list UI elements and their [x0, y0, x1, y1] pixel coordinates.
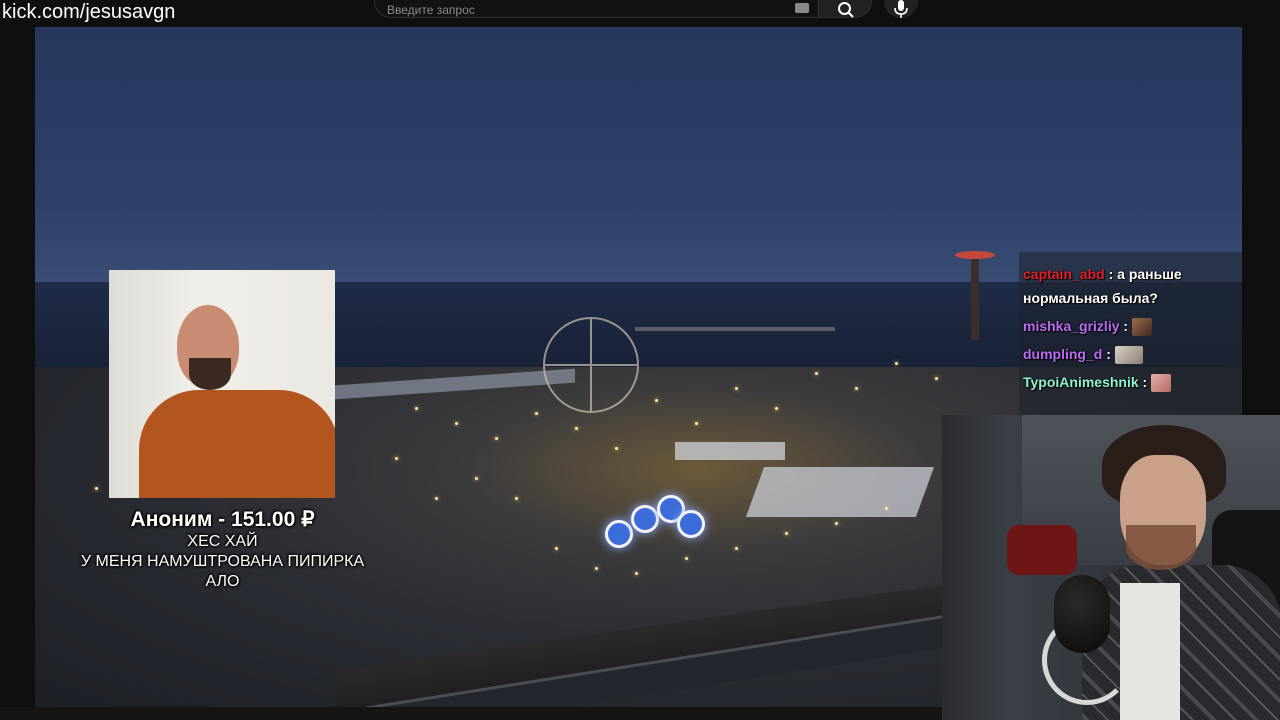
- search-icon: [838, 2, 854, 18]
- donation-message-line: ХЕС ХАЙ: [187, 533, 258, 550]
- bottom-bar: [0, 707, 942, 720]
- donation-alert: Аноним - 151.00 ₽ ХЕС ХАЙ У МЕНЯ НАМУШТР…: [50, 508, 395, 592]
- chat-overlay: captain_abd : а раньше нормальная была? …: [1019, 252, 1242, 415]
- microphone-icon: [894, 0, 908, 18]
- chat-separator: :: [1108, 266, 1114, 282]
- chat-separator: :: [1106, 346, 1111, 362]
- search-input[interactable]: [387, 1, 767, 19]
- donation-message-line: У МЕНЯ НАМУШТРОВАНА ПИПИРКА: [80, 553, 365, 570]
- donation-message-line: АЛО: [205, 573, 240, 590]
- channel-watermark: kick.com/jesusavgn: [2, 1, 176, 23]
- streamer-webcam: [942, 415, 1280, 720]
- chat-message: TypoiAnimeshnik :: [1023, 370, 1172, 394]
- chat-message: dumpling_d :: [1023, 342, 1143, 366]
- chat-text: а раньше: [1117, 266, 1182, 282]
- donation-title: Аноним - 151.00 ₽: [130, 508, 315, 531]
- donation-image: [109, 270, 335, 498]
- scene-light-wheel: [677, 510, 705, 538]
- webcam-person-beard: [1126, 525, 1196, 570]
- chat-message: captain_abd : а раньше: [1023, 262, 1182, 286]
- scene-light-wheel: [605, 520, 633, 548]
- chat-message: нормальная была?: [1023, 286, 1158, 310]
- donation-image-shirt: [139, 390, 335, 498]
- voice-search-button[interactable]: [884, 0, 918, 18]
- chat-emote: [1151, 374, 1172, 393]
- chat-emote: [1131, 318, 1152, 337]
- chat-username: TypoiAnimeshnik: [1023, 374, 1139, 390]
- scene-parachute-tower: [955, 251, 995, 340]
- scene-snow: [675, 442, 785, 460]
- scene-pier: [635, 327, 835, 331]
- scene-light-wheel: [631, 505, 659, 533]
- chat-username: dumpling_d: [1023, 346, 1103, 362]
- search-box[interactable]: [374, 0, 818, 19]
- microphone-icon: [1054, 575, 1110, 653]
- webcam-background-object: [1007, 525, 1077, 575]
- chat-username: mishka_grizliy: [1023, 318, 1120, 334]
- donation-image-beard: [189, 358, 231, 390]
- search-button[interactable]: [818, 0, 872, 18]
- chat-message: mishka_grizliy :: [1023, 314, 1152, 338]
- chat-separator: :: [1123, 318, 1129, 334]
- chat-separator: :: [1142, 374, 1148, 390]
- chat-username: captain_abd: [1023, 266, 1105, 282]
- scene-snow-lot: [745, 467, 935, 517]
- chat-emote: [1114, 346, 1143, 365]
- scene-ferris-wheel: [543, 317, 639, 413]
- keyboard-icon[interactable]: [795, 3, 809, 13]
- chat-text: нормальная была?: [1023, 290, 1158, 306]
